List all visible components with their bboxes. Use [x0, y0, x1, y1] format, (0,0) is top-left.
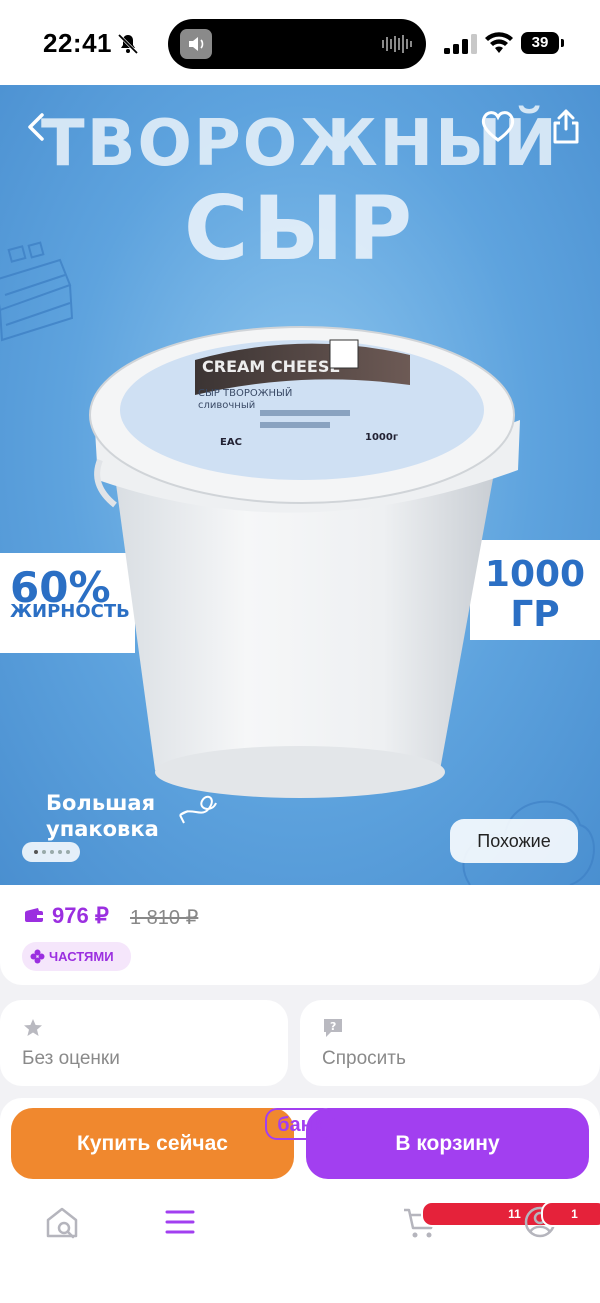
ask-question-card[interactable]: ? Спросить — [300, 1000, 600, 1086]
package-label: Большая упаковка — [46, 790, 159, 842]
battery-indicator: 39 — [521, 32, 565, 56]
status-time: 22:41 — [43, 28, 112, 58]
audio-wave-icon — [382, 35, 412, 53]
ask-label: Спросить — [322, 1048, 406, 1069]
installments-icon — [30, 949, 45, 964]
hero-title-line2: СЫР — [183, 177, 417, 280]
installments-label: ЧАСТЯМИ — [49, 949, 114, 964]
gallery-pagination — [22, 842, 80, 862]
svg-text:CREAM CHEESE: CREAM CHEESE — [202, 357, 340, 376]
catalog-menu-icon[interactable] — [158, 1202, 202, 1242]
gallery-dot — [42, 850, 46, 854]
buy-now-button[interactable]: Купить сейчас — [11, 1108, 294, 1179]
bank-tab[interactable]: банк — [265, 1108, 335, 1140]
svg-text:сливочный: сливочный — [198, 400, 255, 411]
bell-muted-icon — [117, 33, 139, 55]
wallet-icon — [25, 908, 43, 922]
svg-text:EAC: EAC — [220, 437, 242, 448]
profile-badge: 1 — [541, 1201, 600, 1227]
gallery-dot — [50, 850, 54, 854]
svg-text:1000г: 1000г — [365, 432, 398, 443]
gallery-dot-active — [34, 850, 38, 854]
rating-card[interactable]: Без оценки — [0, 1000, 288, 1086]
share-icon[interactable] — [550, 107, 582, 145]
speaker-icon — [180, 29, 212, 59]
current-price: 976 ₽ — [52, 903, 109, 928]
back-icon[interactable] — [22, 109, 52, 145]
battery-level: 39 — [521, 32, 559, 54]
fat-label: ЖИРНОСТЬ — [10, 601, 130, 622]
package-label-line1: Большая — [46, 791, 156, 815]
star-icon — [24, 1019, 42, 1036]
old-price: 1 810 ₽ — [130, 907, 199, 929]
installments-badge[interactable]: ЧАСТЯМИ — [22, 942, 131, 971]
weight-label: 1000 ГР — [470, 555, 600, 635]
cheese-tub-image: CREAM CHEESE СЫР ТВОРОЖНЫЙ сливочный EAC… — [89, 326, 520, 798]
gallery-dot — [66, 850, 70, 854]
svg-text:?: ? — [330, 1020, 336, 1033]
rating-label: Без оценки — [22, 1048, 120, 1069]
cellular-signal-icon — [444, 34, 477, 54]
question-bubble-icon: ? — [324, 1019, 342, 1037]
weight-unit: ГР — [510, 594, 560, 635]
dynamic-island — [168, 19, 426, 69]
status-bar: 22:41 39 — [0, 0, 600, 85]
add-to-cart-button[interactable]: В корзину — [306, 1108, 589, 1179]
similar-button[interactable]: Похожие — [450, 819, 578, 863]
package-label-line2: упаковка — [46, 817, 159, 841]
svg-text:СЫР ТВОРОЖНЫЙ: СЫР ТВОРОЖНЫЙ — [198, 386, 292, 399]
weight-value: 1000 — [484, 554, 586, 595]
favorite-heart-icon[interactable] — [480, 109, 516, 143]
wifi-icon — [485, 32, 513, 53]
price-card: 976 ₽ 1 810 ₽ ЧАСТЯМИ — [0, 885, 600, 985]
product-image-gallery[interactable]: ТВОРОЖНЫЙ СЫР CREAM CHEESE СЫР ТВОРОЖНЫЙ… — [0, 85, 600, 885]
decor-arrow-icon — [179, 795, 217, 824]
gallery-dot — [58, 850, 62, 854]
home-search-icon[interactable] — [40, 1202, 84, 1242]
